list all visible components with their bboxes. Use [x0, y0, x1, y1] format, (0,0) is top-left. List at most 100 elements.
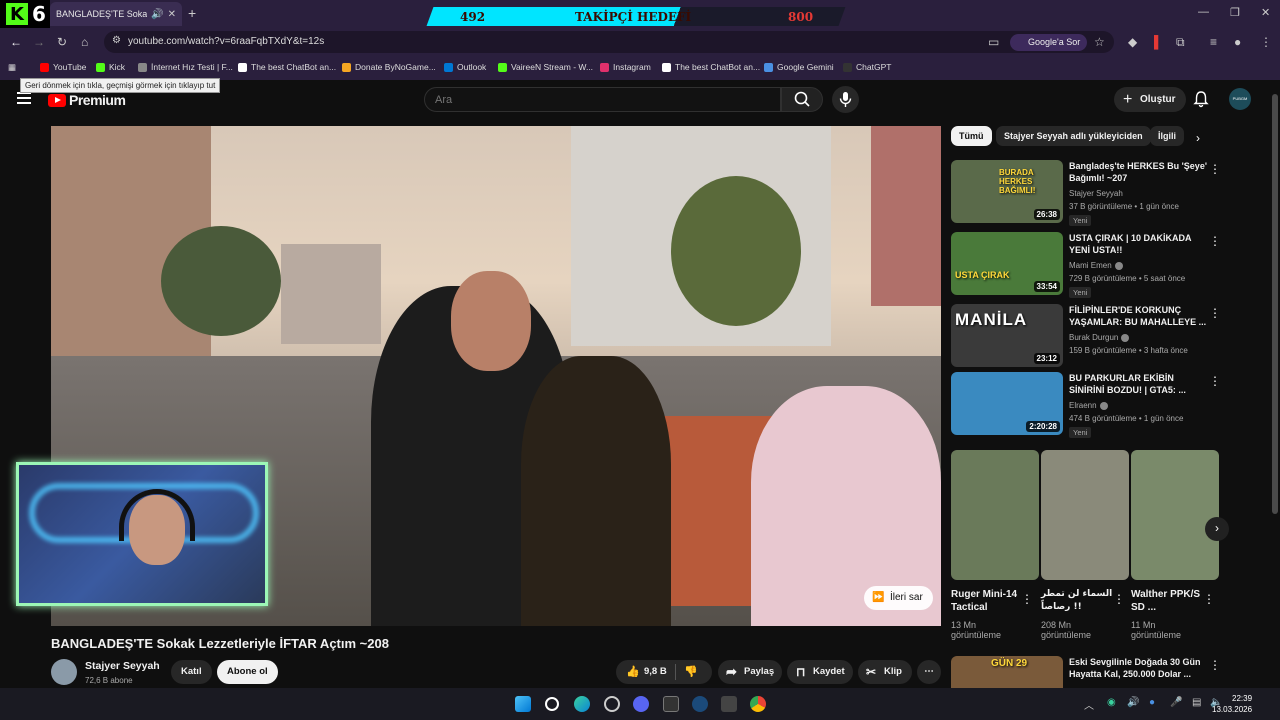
short-title[interactable]: Ruger Mini-14 Tactical — [951, 588, 1031, 614]
bookmark-donate[interactable]: Donate ByNoGame... — [342, 62, 436, 72]
back-icon[interactable]: ← — [10, 35, 22, 49]
microphone-icon[interactable]: 🎤 — [1170, 697, 1182, 708]
extensions-puzzle-icon[interactable]: ⧉ — [1176, 35, 1185, 50]
more-vertical-icon[interactable]: ⋮ — [1209, 306, 1221, 320]
edge-icon[interactable] — [574, 696, 590, 712]
more-vertical-icon[interactable]: ⋮ — [1209, 374, 1221, 388]
recommendation-thumbnail[interactable]: MANİLA 23:12 — [951, 304, 1063, 367]
short-thumbnail[interactable] — [951, 450, 1039, 580]
scrollbar-thumb[interactable] — [1272, 94, 1278, 514]
address-bar[interactable]: ⚙ youtube.com/watch?v=6raaFqbTXdY&t=12s — [104, 31, 1114, 53]
voice-search-button[interactable] — [832, 86, 859, 113]
channel-avatar[interactable] — [51, 659, 77, 685]
browser-tab[interactable]: BANGLADEŞ'TE Sokak Lezzetle... 🔊 ✕ — [50, 2, 182, 26]
discord-icon[interactable] — [633, 696, 649, 712]
more-vertical-icon[interactable]: ⋮ — [1209, 234, 1221, 248]
tray-icon[interactable]: ◉ — [1107, 697, 1116, 708]
home-icon[interactable]: ⌂ — [81, 35, 88, 49]
more-actions-button[interactable]: ⋯ — [917, 660, 941, 684]
app-icon[interactable] — [721, 696, 737, 712]
chip-related[interactable]: İlgili — [1150, 126, 1184, 146]
bookmark-chatgpt[interactable]: ChatGPT — [843, 62, 891, 72]
recommendation-item[interactable]: MANİLA 23:12 FİLİPİNLER'DE KORKUNÇ YAŞAM… — [951, 304, 1251, 370]
minimize-icon[interactable]: — — [1198, 6, 1209, 18]
channel-name[interactable]: Stajyer Seyyah — [85, 660, 160, 672]
more-vertical-icon[interactable]: ⋮ — [1113, 592, 1125, 606]
notifications-bell-icon[interactable] — [1192, 90, 1210, 108]
cast-icon[interactable]: ▭ — [988, 35, 999, 49]
like-icon[interactable]: 👍 — [626, 660, 640, 684]
close-window-icon[interactable]: ✕ — [1261, 6, 1270, 19]
save-button[interactable]: ⊓ Kaydet — [787, 660, 853, 684]
more-vertical-icon[interactable]: ⋮ — [1209, 658, 1221, 672]
network-icon[interactable]: ▤ — [1192, 697, 1201, 708]
extension-red-icon[interactable]: ▌ — [1154, 35, 1163, 49]
hamburger-menu-icon[interactable] — [17, 92, 31, 104]
bookmark-youtube[interactable]: YouTube — [40, 62, 86, 72]
join-button[interactable]: Katıl — [171, 660, 212, 684]
chrome-icon[interactable] — [750, 696, 766, 712]
recommendation-item[interactable]: GÜN 29 Eski Sevgilinle Doğada 30 Gün Hay… — [951, 656, 1251, 688]
recommendation-item[interactable]: USTA ÇIRAK 33:54 USTA ÇIRAK | 10 DAKİKAD… — [951, 232, 1251, 298]
chevron-right-icon[interactable]: › — [1196, 131, 1200, 145]
windows-start-icon[interactable] — [515, 696, 531, 712]
account-avatar[interactable]: PUBGM — [1229, 88, 1251, 110]
recommendation-thumbnail[interactable]: GÜN 29 — [951, 656, 1063, 688]
chip-all[interactable]: Tümü — [951, 126, 992, 146]
bookmark-speedtest[interactable]: İnternet Hız Testi | F... — [138, 62, 233, 72]
site-info-icon[interactable]: ⚙ — [112, 35, 121, 46]
recommendation-item[interactable]: BURADA HERKES BAĞIMLI! 26:38 Bangladeş't… — [951, 160, 1251, 226]
extension-icon[interactable]: ◆ — [1128, 35, 1137, 49]
recommendation-item[interactable]: 2:20:28 BU PARKURLAR EKİBİN SİNİRİNİ BOZ… — [951, 372, 1251, 438]
recommendation-thumbnail[interactable]: BURADA HERKES BAĞIMLI! 26:38 — [951, 160, 1063, 223]
close-tab-icon[interactable]: ✕ — [168, 9, 176, 20]
menu-dots-icon[interactable]: ⋮ — [1260, 35, 1272, 49]
short-thumbnail[interactable] — [1041, 450, 1129, 580]
short-thumbnail[interactable] — [1131, 450, 1219, 580]
chip-from-uploader[interactable]: Stajyer Seyyah adlı yükleyiciden — [996, 126, 1151, 146]
skip-forward-button[interactable]: İleri sar — [864, 586, 933, 610]
apps-grid-icon[interactable]: ▦ — [8, 62, 16, 73]
bookmark-vaireen[interactable]: VaireeN Stream - W... — [498, 62, 593, 72]
forward-icon[interactable]: → — [33, 35, 45, 49]
dislike-icon[interactable]: 👎 — [684, 660, 698, 684]
tab-search-icon[interactable]: ≡ — [1210, 35, 1217, 49]
more-vertical-icon[interactable]: ⋮ — [1209, 162, 1221, 176]
like-count[interactable]: 9,8 B — [644, 660, 667, 684]
more-vertical-icon[interactable]: ⋮ — [1203, 592, 1215, 606]
short-title[interactable]: Walther PPK/S SD ... — [1131, 588, 1211, 614]
reload-icon[interactable]: ↻ — [57, 35, 67, 49]
bookmark-outlook[interactable]: Outlook — [444, 62, 486, 72]
new-tab-icon[interactable]: + — [188, 5, 196, 21]
bookmark-star-icon[interactable]: ☆ — [1094, 35, 1105, 49]
clock[interactable]: 22:39 13.03.2026 — [1212, 693, 1252, 715]
shorts-next-button[interactable]: › — [1205, 517, 1229, 541]
epic-games-icon[interactable] — [663, 696, 679, 712]
speaker-icon[interactable]: 🔊 — [151, 9, 163, 20]
search-icon[interactable] — [545, 697, 559, 711]
search-button[interactable] — [781, 87, 823, 112]
recommendation-thumbnail[interactable]: USTA ÇIRAK 33:54 — [951, 232, 1063, 295]
steam-icon[interactable] — [692, 696, 708, 712]
bookmark-gemini[interactable]: Google Gemini — [764, 62, 834, 72]
restore-icon[interactable]: ❐ — [1230, 6, 1240, 19]
subscribe-button[interactable]: Abone ol — [217, 660, 278, 684]
recommendation-thumbnail[interactable]: 2:20:28 — [951, 372, 1063, 435]
more-vertical-icon[interactable]: ⋮ — [1021, 592, 1033, 606]
chevron-up-icon[interactable]: ︿ — [1084, 697, 1094, 712]
short-title[interactable]: السماء لن تمطر رصاصاً !! — [1041, 588, 1121, 614]
create-button[interactable]: + Oluştur — [1114, 87, 1186, 112]
bookmark-kick[interactable]: Kick — [96, 62, 125, 72]
google-sor-button[interactable]: Google'a Sor — [1010, 34, 1088, 51]
clip-button[interactable]: ✂ Klip — [858, 660, 912, 684]
settings-gear-icon[interactable] — [604, 696, 620, 712]
page-scrollbar[interactable] — [1270, 80, 1280, 688]
youtube-logo[interactable]: Premium — [48, 92, 126, 108]
bookmark-chatbot-1[interactable]: The best ChatBot an... — [238, 62, 336, 72]
steam-tray-icon[interactable]: ● — [1149, 697, 1155, 708]
profile-icon[interactable]: ● — [1234, 35, 1241, 49]
bookmark-chatbot-2[interactable]: The best ChatBot an... — [662, 62, 760, 72]
search-input[interactable] — [424, 87, 781, 112]
share-button[interactable]: ➦ Paylaş — [718, 660, 782, 684]
bookmark-instagram[interactable]: Instagram — [600, 62, 651, 72]
